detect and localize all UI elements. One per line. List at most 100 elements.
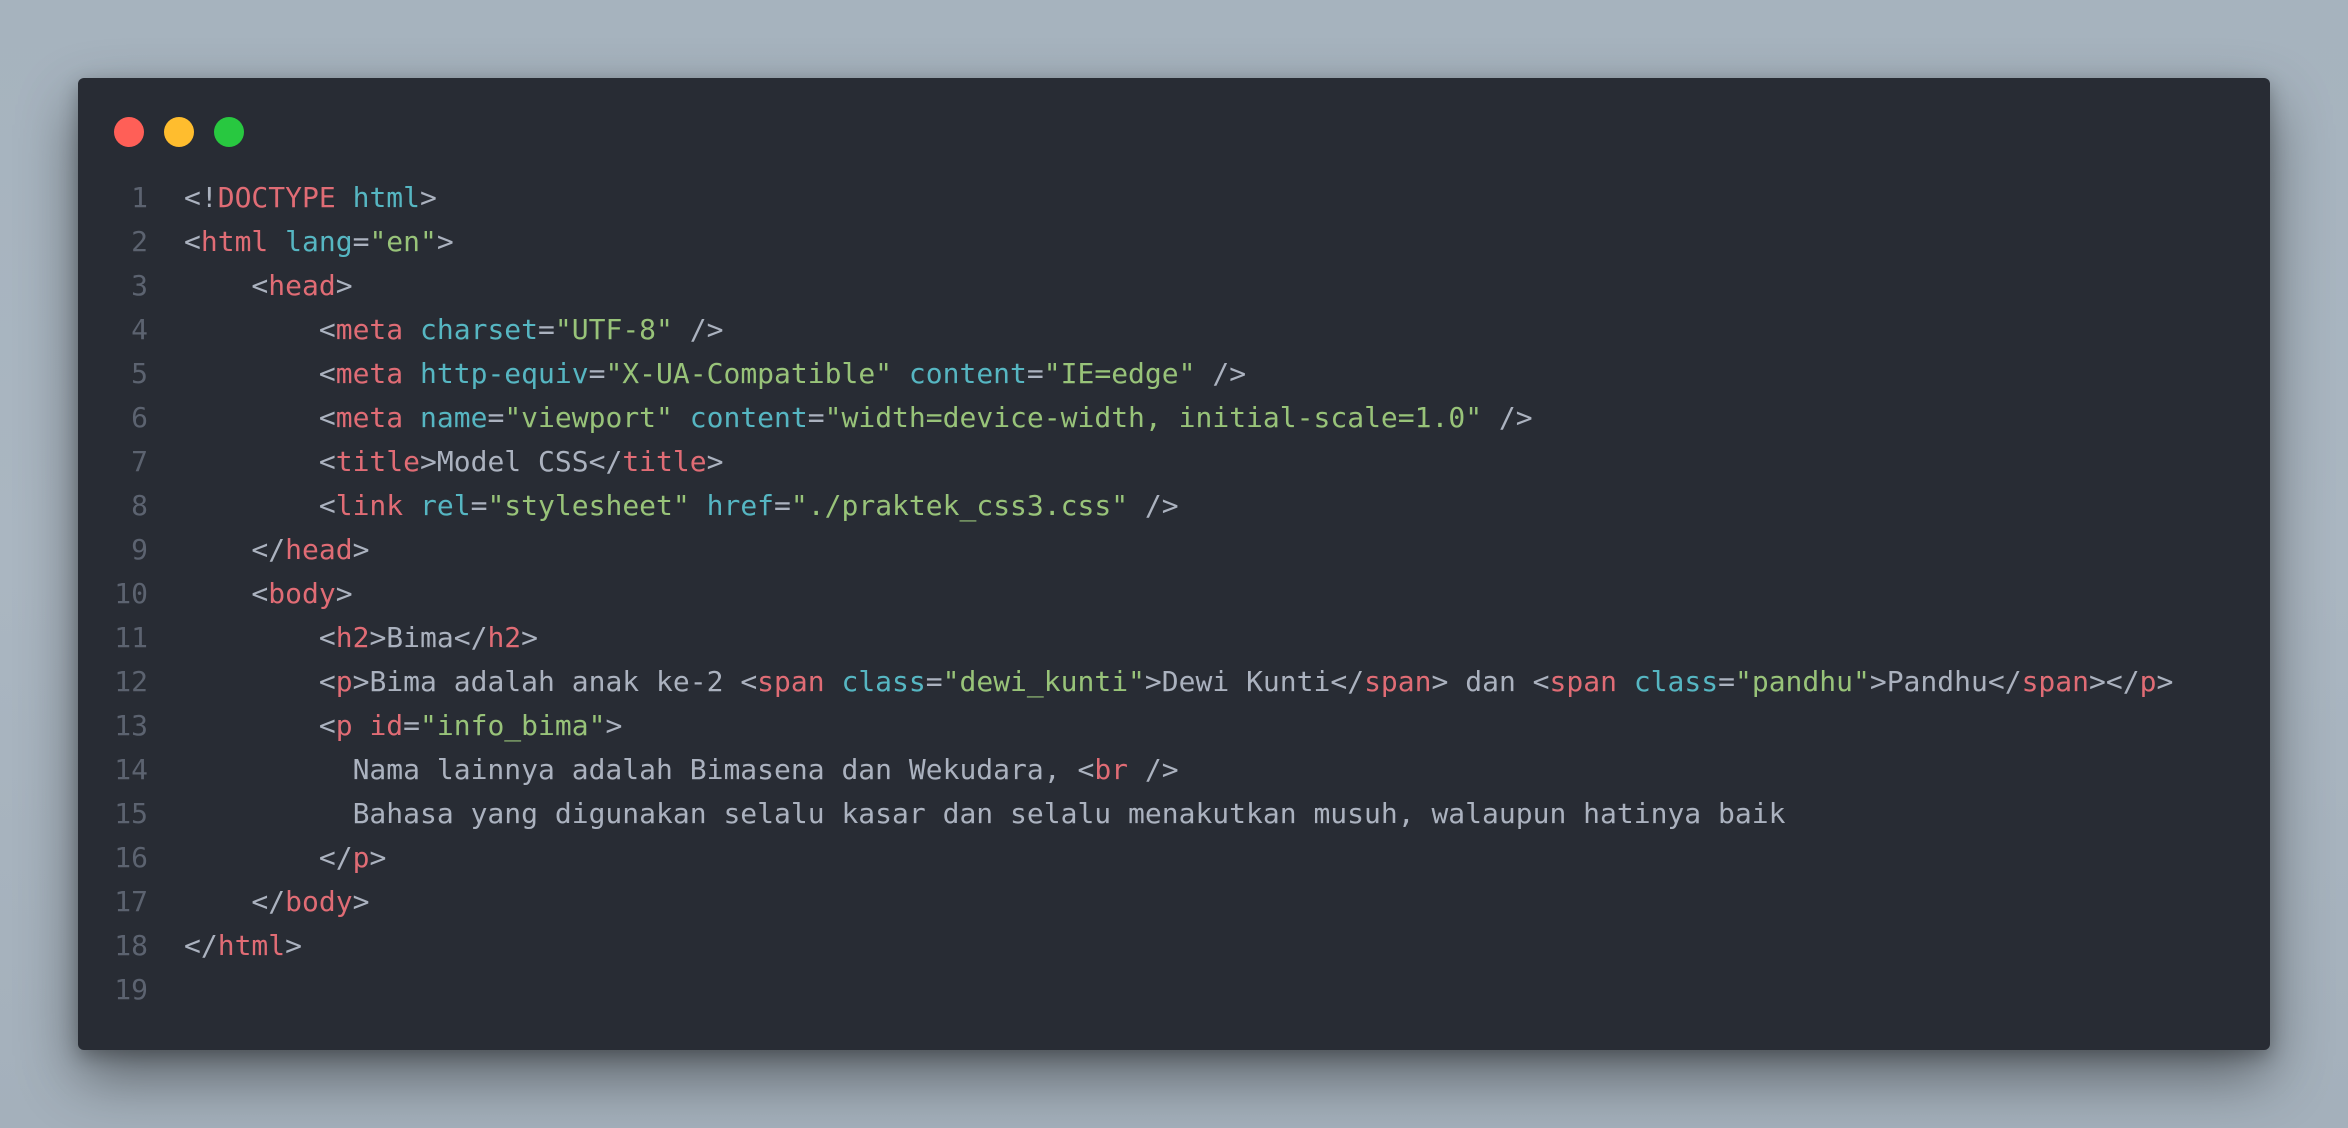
line-number: 4 [131, 313, 148, 346]
punctuation-token: <! [184, 181, 218, 214]
attribute-token: lang [285, 225, 353, 258]
punctuation-token: > [335, 577, 353, 610]
line-number: 18 [114, 929, 148, 962]
punctuation-token [403, 489, 420, 522]
line-number: 1 [131, 181, 148, 214]
tag-token: p [2139, 665, 2157, 698]
punctuation-token: = [470, 489, 488, 522]
text-token: Dewi Kunti [1161, 665, 1331, 698]
line-content: <link rel="stylesheet" href="./praktek_c… [184, 484, 1179, 528]
line-content: <meta name="viewport" content="width=dev… [184, 396, 1533, 440]
punctuation-token: > [352, 885, 370, 918]
string-token: "en" [369, 225, 437, 258]
attribute-token: content [689, 401, 808, 434]
punctuation-token: > [605, 709, 623, 742]
line-number: 11 [114, 621, 148, 654]
code-block: 1 <!DOCTYPE html> 2 <html lang="en"> 3 <head… [78, 176, 2270, 1012]
tag-token: meta [335, 401, 404, 434]
attribute-token: class [1633, 665, 1719, 698]
code-line: 18 </html> [78, 924, 2270, 968]
line-content: <h2>Bima</h2> [184, 616, 538, 660]
line-number: 2 [131, 225, 148, 258]
line-content: <html lang="en"> [184, 220, 454, 264]
code-line: 12 <p>Bima adalah anak ke-2 <span class=… [78, 660, 2270, 704]
punctuation-token: = [538, 313, 555, 346]
punctuation-token: > [436, 225, 454, 258]
punctuation-token: > [369, 841, 387, 874]
punctuation-token: = [588, 357, 606, 390]
punctuation-token: < [740, 665, 758, 698]
string-token: "./praktek_css3.css" [790, 489, 1129, 522]
punctuation-token [673, 401, 690, 434]
punctuation-token: > [1869, 665, 1887, 698]
tag-token: html [200, 225, 269, 258]
string-token: "X-UA-Compatible" [605, 357, 893, 390]
tag-token: span [1364, 665, 1432, 698]
punctuation-token [825, 665, 842, 698]
punctuation-token: = [487, 401, 505, 434]
punctuation-token: </ [184, 885, 286, 918]
punctuation-token: = [774, 489, 791, 522]
line-number: 3 [131, 269, 148, 302]
punctuation-token: /> [672, 313, 724, 346]
punctuation-token: > [352, 533, 370, 566]
punctuation-token: </ [184, 533, 286, 566]
punctuation-token: > [420, 445, 437, 478]
line-content: </p> [184, 836, 386, 880]
text-token: Model CSS [436, 445, 589, 478]
punctuation-token: > [1144, 665, 1162, 698]
code-line: 6 <meta name="viewport" content="width=d… [78, 396, 2270, 440]
text-token: dan [1465, 665, 1533, 698]
code-line: 4 <meta charset="UTF-8" /> [78, 308, 2270, 352]
attribute-token: href [706, 489, 775, 522]
punctuation-token: < [184, 489, 336, 522]
maximize-button[interactable] [214, 117, 244, 147]
string-token: "dewi_kunti" [942, 665, 1145, 698]
tag-token: br [1094, 753, 1129, 786]
text-token: Bima adalah anak ke-2 [369, 665, 741, 698]
punctuation-token: > [335, 269, 353, 302]
punctuation-token: = [925, 665, 943, 698]
code-line: 1 <!DOCTYPE html> [78, 176, 2270, 220]
minimize-button[interactable] [164, 117, 194, 147]
punctuation-token: </ [1987, 665, 2022, 698]
string-token: "IE=edge" [1043, 357, 1196, 390]
text-token: Bima [386, 621, 454, 654]
punctuation-token: < [184, 621, 336, 654]
tag-token: span [757, 665, 825, 698]
punctuation-token: > [521, 621, 539, 654]
tag-token: title [622, 445, 707, 478]
punctuation-token: /> [1482, 401, 1533, 434]
string-token: "UTF-8" [554, 313, 673, 346]
code-line: 16 </p> [78, 836, 2270, 880]
punctuation-token: > [352, 665, 370, 698]
attribute-token: content [908, 357, 1027, 390]
tag-token: span [2021, 665, 2090, 698]
line-content: <head> [184, 264, 353, 308]
line-number: 19 [114, 973, 148, 1006]
code-line: 17 </body> [78, 880, 2270, 924]
punctuation-token: < [184, 665, 336, 698]
punctuation-token: = [352, 225, 370, 258]
punctuation-token: </ [184, 841, 353, 874]
tag-token: head [268, 269, 336, 302]
string-token: "width=device-width, initial-scale=1.0" [824, 401, 1483, 434]
code-line: 9 </head> [78, 528, 2270, 572]
punctuation-token [336, 181, 353, 214]
tag-token: meta [335, 313, 404, 346]
punctuation-token [403, 313, 420, 346]
line-number: 6 [131, 401, 148, 434]
tag-token: h2 [487, 621, 522, 654]
code-line: 2 <html lang="en"> [78, 220, 2270, 264]
punctuation-token: < [1532, 665, 1550, 698]
close-button[interactable] [114, 117, 144, 147]
attribute-token: html [352, 181, 421, 214]
code-window: 1 <!DOCTYPE html> 2 <html lang="en"> 3 <head… [78, 78, 2270, 1050]
code-line: 13 <p id="info_bima"> [78, 704, 2270, 748]
line-number: 10 [114, 577, 148, 610]
attribute-token: rel [420, 489, 471, 522]
line-number: 12 [114, 665, 148, 698]
punctuation-token: /> [1128, 753, 1179, 786]
line-number: 14 [114, 753, 148, 786]
line-content: </body> [184, 880, 369, 924]
